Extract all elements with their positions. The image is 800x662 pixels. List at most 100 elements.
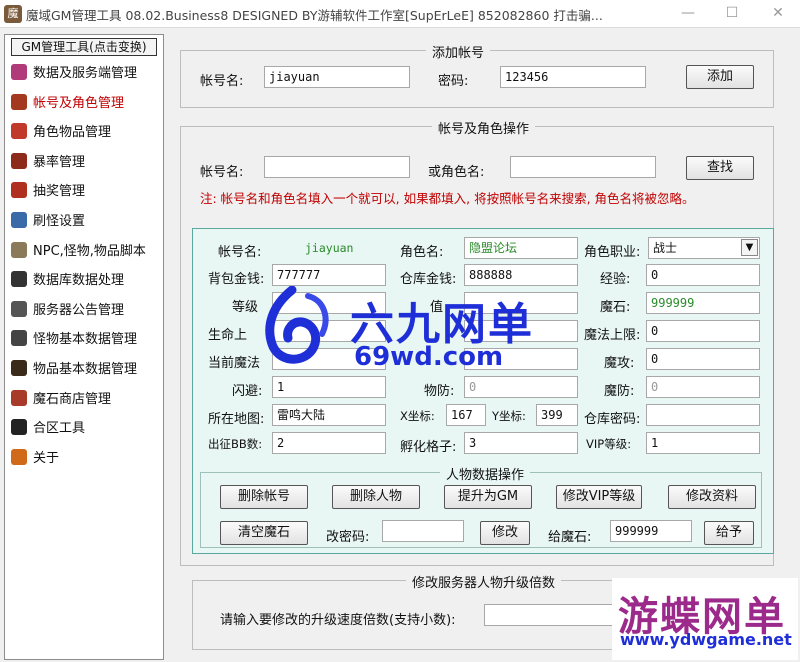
sidebar-item-label: 合区工具 <box>33 421 86 437</box>
search-role-input[interactable] <box>510 156 656 178</box>
app-icon[interactable]: 魔 <box>4 5 22 23</box>
bag-money-label: 背包金钱: <box>208 272 265 287</box>
modify-vip-button[interactable]: 修改VIP等级 <box>556 485 642 509</box>
map-input[interactable]: 雷鸣大陆 <box>272 404 386 426</box>
sidebar-item[interactable]: 物品基本数据管理 <box>11 357 161 383</box>
search-account-input[interactable] <box>264 156 410 178</box>
search-notice: 注: 帐号名和角色名填入一个就可以, 如果都填入, 将按照帐号名来搜索, 角色名… <box>200 191 695 206</box>
exp-input[interactable]: 0 <box>646 264 760 286</box>
give-stone-input[interactable]: 999999 <box>610 520 692 542</box>
merge-icon <box>11 419 27 436</box>
sidebar-item-label: 数据库数据处理 <box>33 273 125 289</box>
vip-level-label: VIP等级: <box>586 437 632 451</box>
sidebar-item-label: 暴率管理 <box>33 154 86 170</box>
upgrade-title: 修改服务器人物升级倍数 <box>406 572 562 591</box>
phys-def-input[interactable]: 0 <box>464 376 578 398</box>
phys-def-label: 物防: <box>424 384 455 399</box>
close-icon[interactable]: ✕ <box>756 0 800 28</box>
give-stone-label: 给魔石: <box>548 530 592 545</box>
give-stone-button[interactable]: 给予 <box>704 521 754 545</box>
dodge-input[interactable]: 1 <box>272 376 386 398</box>
vip-level-input[interactable]: 1 <box>646 432 760 454</box>
y-coord-input[interactable]: 399 <box>536 404 578 426</box>
sidebar-item-label: 刷怪设置 <box>33 214 86 229</box>
y-coord-label: Y坐标: <box>492 409 526 423</box>
watermark-site2-url: www.ydwgame.net <box>620 630 792 649</box>
rate-icon <box>11 152 27 169</box>
sidebar-item-label: 怪物基本数据管理 <box>33 332 138 348</box>
sidebar-item-label: 数据及服务端管理 <box>33 66 138 81</box>
upgrade-prompt: 请输入要修改的升级速度倍数(支持小数): <box>220 613 456 628</box>
sidebar-item-label: 物品基本数据管理 <box>33 362 138 377</box>
search-button[interactable]: 查找 <box>686 156 754 180</box>
clear-stone-button[interactable]: 清空魔石 <box>220 521 308 545</box>
delete-account-button[interactable]: 删除帐号 <box>220 485 308 509</box>
bag-money-input[interactable]: 777777 <box>272 264 386 286</box>
hatch-input[interactable]: 3 <box>464 432 578 454</box>
sidebar-item-label: 角色物品管理 <box>33 125 112 141</box>
sidebar-item[interactable]: 帐号及角色管理 <box>11 91 161 117</box>
sidebar-item[interactable]: 暴率管理 <box>11 150 161 176</box>
add-password-input[interactable]: 123456 <box>500 66 646 88</box>
detail-role-input[interactable]: 隐盟论坛 <box>464 237 578 259</box>
watermark-logo-icon <box>265 286 329 364</box>
detail-account-label: 帐号名: <box>218 245 262 260</box>
magic-atk-label: 魔攻: <box>604 356 635 371</box>
x-coord-label: X坐标: <box>400 409 435 423</box>
sidebar: GM管理工具(点击变换) 数据及服务端管理 帐号及角色管理 角色物品管理 暴率管理抽奖… <box>4 34 164 660</box>
hp-label: 生命上 <box>208 328 248 343</box>
script-icon <box>11 241 27 258</box>
bb-count-input[interactable]: 2 <box>272 432 386 454</box>
exp-label: 经验: <box>600 272 631 287</box>
sidebar-item[interactable]: 刷怪设置 <box>11 209 161 235</box>
change-pwd-label: 改密码: <box>326 530 370 545</box>
sidebar-item[interactable]: 合区工具 <box>11 416 161 442</box>
sidebar-item[interactable]: 服务器公告管理 <box>11 298 161 324</box>
sidebar-item[interactable]: 抽奖管理 <box>11 179 161 205</box>
mp-max-input[interactable]: 0 <box>646 320 760 342</box>
magic-def-label: 魔防: <box>604 384 635 399</box>
modify-info-button[interactable]: 修改资料 <box>668 485 756 509</box>
magic-def-input[interactable]: 0 <box>646 376 760 398</box>
store-pwd-input[interactable] <box>646 404 760 426</box>
sidebar-item-label: 抽奖管理 <box>33 184 86 200</box>
hatch-label: 孵化格子: <box>400 440 457 455</box>
monster-data-icon <box>11 330 27 347</box>
add-account-button[interactable]: 添加 <box>686 65 754 89</box>
announce-icon <box>11 300 27 317</box>
add-account-name-label: 帐号名: <box>200 74 244 89</box>
sidebar-item[interactable]: 角色物品管理 <box>11 120 161 146</box>
detail-role-label: 角色名: <box>400 245 444 260</box>
sidebar-item[interactable]: NPC,怪物,物品脚本 <box>11 239 161 265</box>
promote-gm-button[interactable]: 提升为GM <box>444 485 532 509</box>
add-account-name-input[interactable]: jiayuan <box>264 66 410 88</box>
sidebar-item-label: 帐号及角色管理 <box>33 95 125 111</box>
sidebar-item[interactable]: 数据及服务端管理 <box>11 61 161 87</box>
detail-account-value: jiayuan <box>305 241 354 255</box>
magic-stone-label: 魔石: <box>600 300 631 315</box>
minimize-icon[interactable]: — <box>666 0 710 28</box>
database-icon <box>11 64 27 80</box>
sidebar-item-label: 关于 <box>33 450 60 466</box>
store-money-input[interactable]: 888888 <box>464 264 578 286</box>
magic-stone-input[interactable]: 999999 <box>646 292 760 314</box>
sidebar-toggle-button[interactable]: GM管理工具(点击变换) <box>11 38 157 56</box>
monster-spawn-icon <box>11 212 27 228</box>
about-icon <box>11 448 27 465</box>
magic-atk-input[interactable]: 0 <box>646 348 760 370</box>
item-icon <box>11 123 27 140</box>
change-pwd-input[interactable] <box>382 520 464 542</box>
maximize-icon[interactable]: ☐ <box>710 0 754 28</box>
store-money-label: 仓库金钱: <box>400 272 457 287</box>
chevron-down-icon[interactable]: ▼ <box>741 239 758 256</box>
modify-pwd-button[interactable]: 修改 <box>480 521 530 545</box>
mp-max-label: 魔法上限: <box>584 328 641 343</box>
sidebar-item[interactable]: 魔石商店管理 <box>11 387 161 413</box>
delete-role-button[interactable]: 删除人物 <box>332 485 420 509</box>
sidebar-item[interactable]: 数据库数据处理 <box>11 268 161 294</box>
sidebar-item[interactable]: 关于 <box>11 446 161 472</box>
x-coord-input[interactable]: 167 <box>446 404 486 426</box>
sidebar-item[interactable]: 怪物基本数据管理 <box>11 327 161 353</box>
upgrade-multiplier-input[interactable] <box>484 604 614 626</box>
sidebar-item-label: NPC,怪物,物品脚本 <box>33 243 146 259</box>
